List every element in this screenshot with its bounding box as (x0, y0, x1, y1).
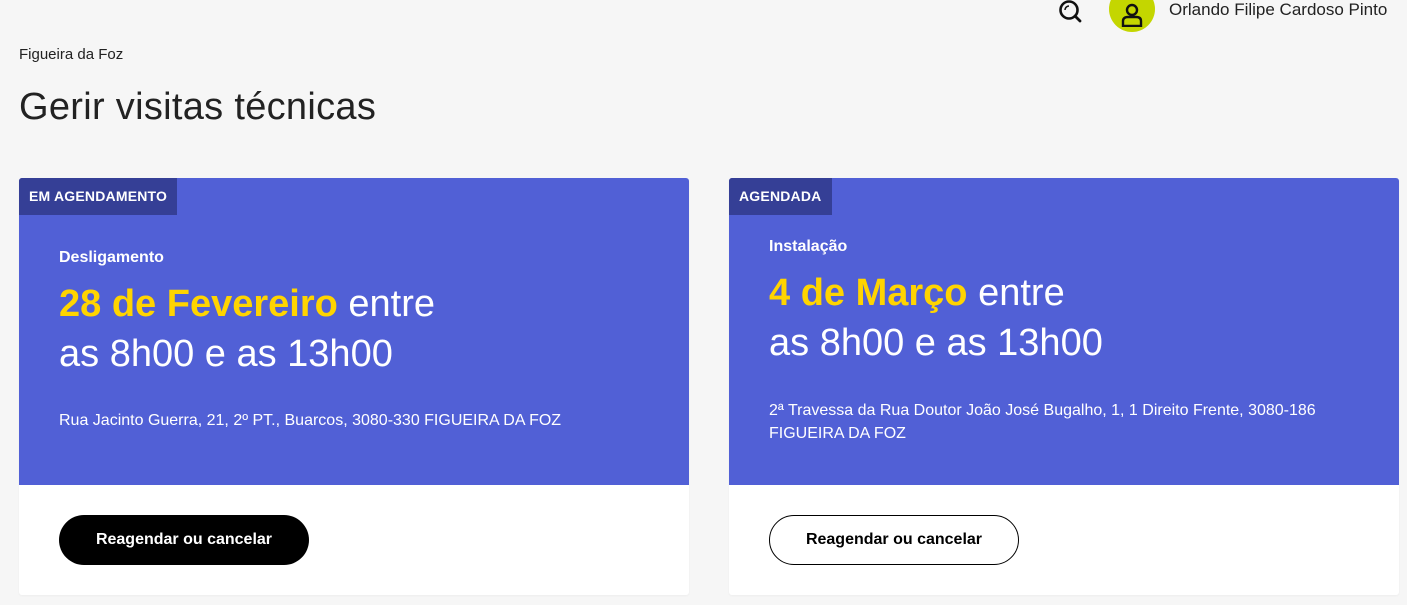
reschedule-cancel-button[interactable]: Reagendar ou cancelar (59, 515, 309, 565)
visit-time-range: as 8h00 e as 13h00 (769, 322, 1103, 364)
visit-schedule: 28 de Fevereiro entre as 8h00 e as 13h00 (59, 279, 659, 379)
status-badge: EM AGENDAMENTO (19, 178, 178, 215)
visit-connector: entre (337, 283, 435, 325)
visit-card: EM AGENDAMENTO Desligamento 28 de Fevere… (19, 178, 689, 595)
status-badge: AGENDADA (729, 178, 832, 215)
visit-schedule: 4 de Março entre as 8h00 e as 13h00 (769, 268, 1369, 368)
visit-address: Rua Jacinto Guerra, 21, 2º PT., Buarcos,… (59, 412, 562, 429)
visit-card-header: EM AGENDAMENTO Desligamento 28 de Fevere… (19, 178, 689, 485)
reschedule-cancel-button[interactable]: Reagendar ou cancelar (769, 515, 1019, 565)
visit-date: 28 de Fevereiro (59, 283, 338, 325)
visit-date: 4 de Março (769, 272, 968, 314)
visit-address: 2ª Travessa da Rua Doutor João José Buga… (769, 402, 1316, 442)
avatar[interactable] (1109, 0, 1155, 32)
visit-card-header: AGENDADA Instalação 4 de Março entre as … (729, 178, 1399, 485)
user-name-link[interactable]: Orlando Filipe Cardoso Pinto (1169, 0, 1387, 20)
visit-card: AGENDADA Instalação 4 de Março entre as … (729, 178, 1399, 595)
page-title: Gerir visitas técnicas (19, 86, 377, 128)
visit-type: Desligamento (59, 249, 164, 266)
visit-connector: entre (967, 272, 1065, 314)
user-icon (1121, 3, 1143, 27)
visit-time-range: as 8h00 e as 13h00 (59, 333, 393, 375)
breadcrumb-location: Figueira da Foz (19, 46, 124, 63)
search-button[interactable] (1057, 0, 1083, 26)
visit-type: Instalação (769, 238, 848, 255)
search-icon (1059, 0, 1082, 23)
